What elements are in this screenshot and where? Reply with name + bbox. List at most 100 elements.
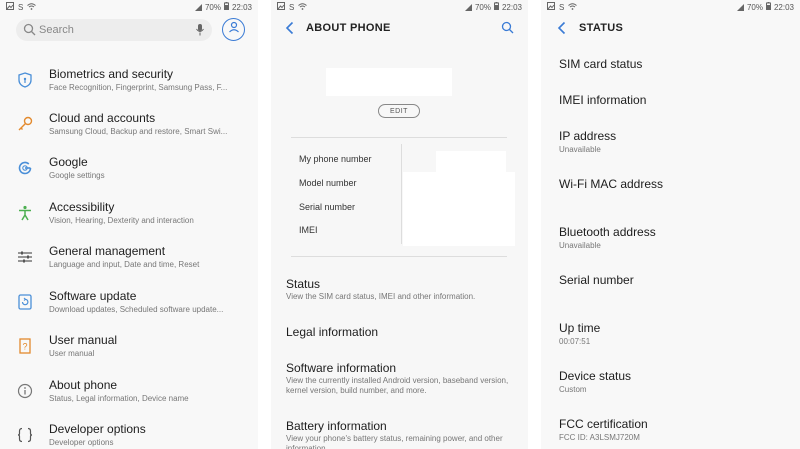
status-item-up-time: Up time 00:07:51 bbox=[541, 321, 800, 361]
page-title: ABOUT PHONE bbox=[306, 22, 391, 34]
menu-item-subtitle: View the SIM card status, IMEI and other… bbox=[286, 292, 476, 301]
info-label-phone-number: My phone number bbox=[299, 154, 372, 164]
settings-item-subtitle: Face Recognition, Fingerprint, Samsung P… bbox=[49, 83, 228, 92]
battery-level: 70% bbox=[204, 2, 221, 12]
svg-text:?: ? bbox=[22, 342, 27, 352]
menu-item-title: Battery information bbox=[286, 419, 387, 433]
settings-item-title: Cloud and accounts bbox=[49, 111, 156, 125]
status-item-ip-address: IP address Unavailable bbox=[541, 129, 800, 169]
battery-icon bbox=[223, 2, 229, 12]
status-item-title: Device status bbox=[559, 369, 632, 383]
wifi-icon bbox=[568, 2, 578, 12]
shield-icon bbox=[16, 71, 34, 89]
device-info-values bbox=[403, 172, 515, 246]
back-button[interactable] bbox=[285, 21, 295, 40]
menu-item-legal[interactable]: Legal information bbox=[271, 325, 528, 353]
status-item-title: Up time bbox=[559, 321, 601, 335]
gallery-notification-icon bbox=[277, 2, 285, 12]
status-item-sim-card[interactable]: SIM card status bbox=[541, 57, 800, 87]
status-item-value: Unavailable bbox=[559, 241, 601, 250]
gallery-notification-icon bbox=[547, 2, 555, 12]
settings-item-title: General management bbox=[49, 244, 166, 258]
mic-icon[interactable] bbox=[195, 23, 205, 42]
menu-item-subtitle: View your phone's battery status, remain… bbox=[286, 434, 503, 449]
menu-item-software-info[interactable]: Software information View the currently … bbox=[271, 361, 528, 411]
battery-icon bbox=[493, 2, 499, 12]
status-item-title: IMEI information bbox=[559, 93, 647, 107]
braces-icon bbox=[16, 426, 34, 444]
settings-item-developer-options[interactable]: Developer options Developer options bbox=[0, 418, 258, 449]
divider bbox=[401, 144, 402, 244]
status-item-bluetooth-address: Bluetooth address Unavailable bbox=[541, 225, 800, 265]
about-phone-panel: S 70% 22:03 ABOUT PHONE EDIT My phone nu… bbox=[271, 0, 528, 449]
profile-button[interactable] bbox=[222, 18, 245, 41]
settings-item-subtitle: User manual bbox=[49, 349, 95, 358]
status-item-title: SIM card status bbox=[559, 57, 643, 71]
clock: 22:03 bbox=[501, 2, 522, 12]
menu-item-status[interactable]: Status View the SIM card status, IMEI an… bbox=[271, 277, 528, 317]
settings-item-accessibility[interactable]: Accessibility Vision, Hearing, Dexterity… bbox=[0, 196, 258, 240]
info-icon bbox=[16, 382, 34, 400]
status-item-title: IP address bbox=[559, 129, 617, 143]
settings-item-subtitle: Vision, Hearing, Dexterity and interacti… bbox=[49, 216, 194, 225]
settings-item-subtitle: Samsung Cloud, Backup and restore, Smart… bbox=[49, 127, 228, 136]
software-update-icon bbox=[16, 293, 34, 311]
back-button[interactable] bbox=[557, 21, 567, 40]
status-bar: S 70% 22:03 bbox=[541, 0, 800, 14]
status-item-value: 00:07:51 bbox=[559, 337, 591, 346]
info-label-serial-number: Serial number bbox=[299, 202, 356, 212]
menu-item-title: Status bbox=[286, 277, 321, 291]
settings-panel: S 70% 22:03 Search Biometrics and securi… bbox=[0, 0, 258, 449]
settings-item-title: About phone bbox=[49, 378, 118, 392]
divider bbox=[291, 137, 507, 138]
settings-item-software-update[interactable]: Software update Download updates, Schedu… bbox=[0, 285, 258, 329]
menu-item-subtitle: View the currently installed Android ver… bbox=[286, 376, 509, 395]
status-item-title: Bluetooth address bbox=[559, 225, 656, 239]
battery-level: 70% bbox=[474, 2, 491, 12]
settings-item-subtitle: Language and input, Date and time, Reset bbox=[49, 260, 200, 269]
samsung-notification-icon: S bbox=[559, 2, 565, 12]
settings-item-google[interactable]: Google Google settings bbox=[0, 151, 258, 195]
samsung-notification-icon: S bbox=[289, 2, 295, 12]
wifi-icon bbox=[27, 2, 37, 12]
status-item-device-status: Device status Custom bbox=[541, 369, 800, 409]
google-icon bbox=[16, 159, 34, 177]
divider bbox=[291, 256, 507, 257]
status-item-title: Wi-Fi MAC address bbox=[559, 177, 664, 191]
settings-item-title: User manual bbox=[49, 333, 118, 347]
signal-icon bbox=[736, 3, 744, 11]
accessibility-icon bbox=[16, 204, 34, 222]
menu-item-title: Software information bbox=[286, 361, 397, 375]
about-phone-header: ABOUT PHONE bbox=[271, 19, 528, 39]
settings-item-title: Accessibility bbox=[49, 200, 115, 214]
menu-item-title: Legal information bbox=[286, 325, 379, 339]
status-item-fcc-certification[interactable]: FCC certification FCC ID: A3LSMJ720M bbox=[541, 417, 800, 449]
settings-item-subtitle: Google settings bbox=[49, 171, 105, 180]
status-item-imei[interactable]: IMEI information bbox=[541, 93, 800, 123]
info-label-model-number: Model number bbox=[299, 178, 357, 188]
menu-item-battery-info[interactable]: Battery information View your phone's ba… bbox=[271, 419, 528, 449]
settings-item-subtitle: Status, Legal information, Device name bbox=[49, 394, 189, 403]
battery-icon bbox=[765, 2, 771, 12]
settings-item-biometrics[interactable]: Biometrics and security Face Recognition… bbox=[0, 63, 258, 107]
signal-icon bbox=[464, 3, 472, 11]
search-input[interactable]: Search bbox=[16, 19, 212, 41]
settings-item-cloud-accounts[interactable]: Cloud and accounts Samsung Cloud, Backup… bbox=[0, 107, 258, 151]
status-item-value: Custom bbox=[559, 385, 587, 394]
edit-button[interactable]: EDIT bbox=[378, 104, 420, 118]
search-icon[interactable] bbox=[501, 21, 514, 39]
settings-item-title: Google bbox=[49, 155, 88, 169]
search-placeholder: Search bbox=[39, 24, 74, 36]
status-bar: S 70% 22:03 bbox=[0, 0, 258, 14]
battery-level: 70% bbox=[746, 2, 763, 12]
status-header: STATUS bbox=[541, 19, 800, 39]
status-item-value: FCC ID: A3LSMJ720M bbox=[559, 433, 640, 442]
settings-item-about-phone[interactable]: About phone Status, Legal information, D… bbox=[0, 374, 258, 418]
info-label-imei: IMEI bbox=[299, 225, 318, 235]
clock: 22:03 bbox=[231, 2, 252, 12]
clock: 22:03 bbox=[773, 2, 794, 12]
settings-item-user-manual[interactable]: ? User manual User manual bbox=[0, 329, 258, 373]
settings-item-general-management[interactable]: General management Language and input, D… bbox=[0, 240, 258, 284]
page-title: STATUS bbox=[579, 22, 624, 34]
manual-icon: ? bbox=[16, 337, 34, 355]
